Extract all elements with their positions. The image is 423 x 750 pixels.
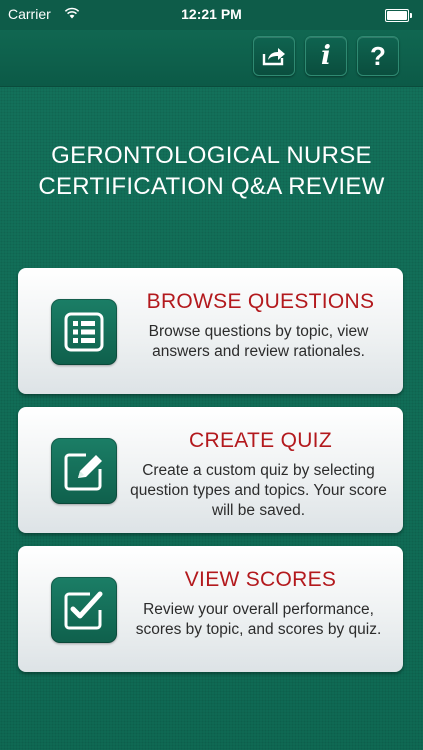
- browse-questions-heading: BROWSE QUESTIONS: [146, 290, 375, 313]
- create-quiz-card[interactable]: CREATE QUIZ Create a custom quiz by sele…: [18, 407, 403, 533]
- title-line-1: GERONTOLOGICAL NURSE: [51, 142, 372, 169]
- list-icon: [51, 299, 117, 365]
- help-icon: ?: [370, 40, 386, 71]
- edit-icon: [51, 438, 117, 504]
- info-icon: i: [321, 41, 331, 71]
- title-line-2: CERTIFICATION Q&A REVIEW: [38, 173, 385, 200]
- checkbox-icon: [51, 577, 117, 643]
- create-quiz-heading: CREATE QUIZ: [189, 429, 332, 452]
- battery-icon: [385, 9, 412, 22]
- create-quiz-description: Create a custom quiz by selecting questi…: [130, 462, 387, 519]
- view-scores-heading: VIEW SCORES: [184, 568, 337, 591]
- status-time: 12:21 PM: [181, 6, 242, 22]
- help-button[interactable]: ?: [357, 36, 399, 76]
- view-scores-card[interactable]: VIEW SCORES Review your overall performa…: [18, 546, 403, 672]
- info-button[interactable]: i: [305, 36, 347, 76]
- nav-bar: i ?: [0, 30, 423, 87]
- status-bar: Carrier 12:21 PM: [0, 0, 423, 30]
- browse-questions-description: Browse questions by topic, view answers …: [148, 323, 369, 360]
- browse-questions-card[interactable]: BROWSE QUESTIONS Browse questions by top…: [18, 268, 403, 394]
- share-icon: [262, 48, 285, 66]
- page-title: GERONTOLOGICAL NURSE CERTIFICATION Q&A R…: [0, 140, 423, 202]
- share-button[interactable]: [253, 36, 295, 76]
- view-scores-description: Review your overall performance, scores …: [135, 601, 382, 638]
